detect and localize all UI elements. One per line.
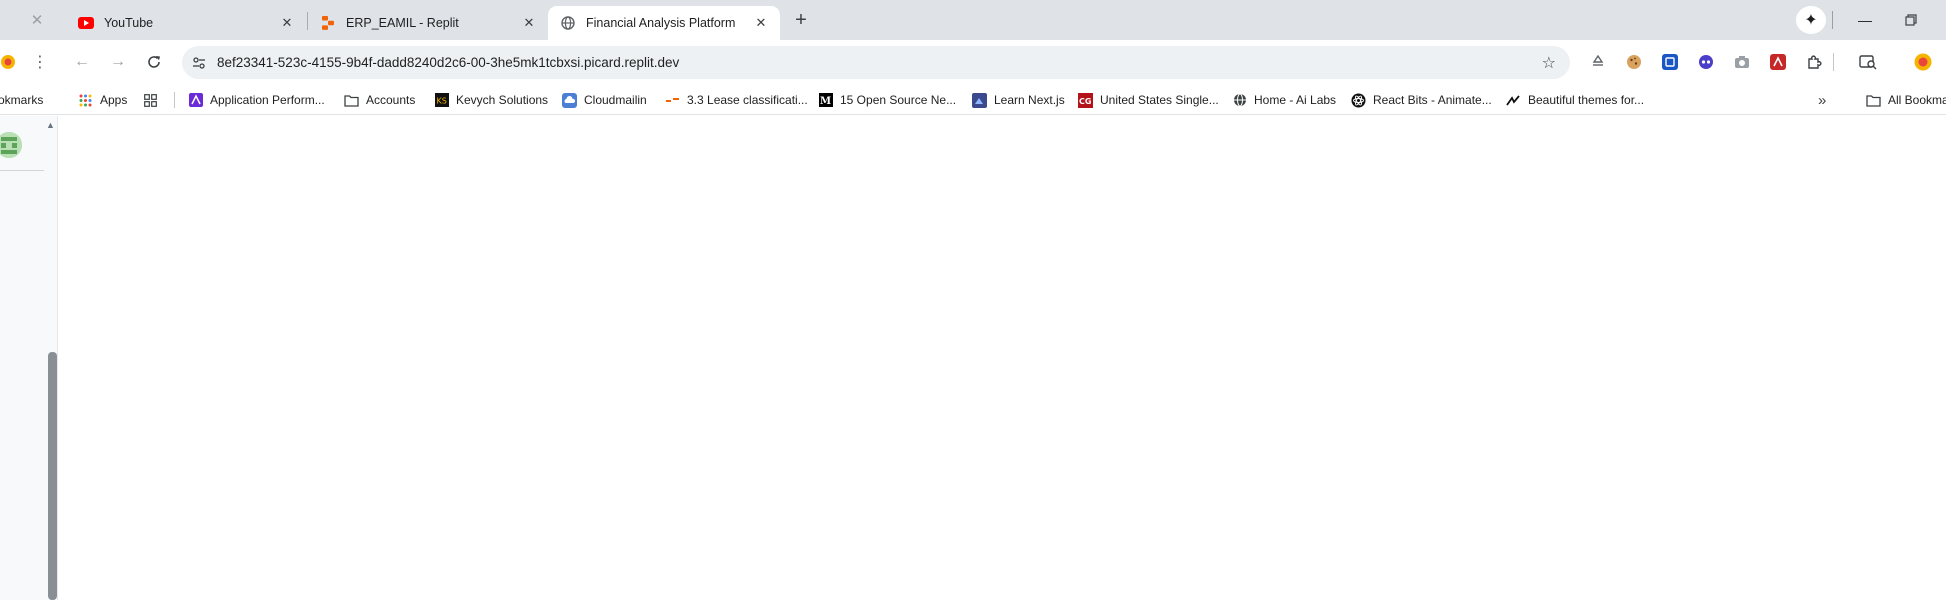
youtube-icon	[78, 15, 94, 31]
bookmark-partial-left[interactable]: okmarks	[0, 90, 43, 110]
bookmark-learn-nextjs[interactable]: Learn Next.js	[972, 90, 1065, 110]
app-sidebar: ▲	[0, 116, 58, 600]
divider	[1833, 53, 1834, 71]
face-extension-icon[interactable]	[1695, 51, 1717, 73]
bookmark-lease-classification[interactable]: 3.3 Lease classificati...	[665, 90, 808, 110]
address-bar[interactable]: 8ef23341-523c-4155-9b4f-dadd8240d2c6-00-…	[182, 46, 1570, 79]
bookmark-label: React Bits - Animate...	[1373, 93, 1492, 107]
folder-icon	[344, 93, 359, 108]
tab-replit[interactable]: ERP_EAMIL - Replit ✕	[308, 6, 548, 40]
tab-strip: ✕ YouTube ✕ ERP_EAMIL - Replit ✕ Financi…	[0, 0, 1946, 40]
bookmark-label: Kevych Solutions	[456, 93, 549, 107]
bookmark-beautiful-themes[interactable]: Beautiful themes for...	[1506, 90, 1644, 110]
react-icon	[1351, 93, 1366, 108]
bookmark-all-bookmarks[interactable]: All Bookma	[1866, 90, 1946, 110]
tab-title: YouTube	[104, 16, 154, 30]
menu-icon[interactable]: ⋮	[26, 48, 54, 76]
bookmark-label: Apps	[100, 93, 128, 107]
tab-search-icon[interactable]	[1857, 51, 1879, 73]
bookmark-united-states-single[interactable]: CG United States Single...	[1078, 90, 1219, 110]
divider	[1832, 11, 1833, 29]
scroll-up-arrow-icon[interactable]: ▲	[46, 120, 55, 130]
forward-button[interactable]: →	[104, 48, 132, 76]
ks-icon: KS	[434, 93, 449, 108]
close-icon[interactable]: ✕	[28, 11, 46, 29]
bookmark-accounts[interactable]: Accounts	[344, 90, 415, 110]
tab-close-icon[interactable]: ✕	[752, 14, 770, 32]
bookmark-label: Home - Ai Labs	[1254, 93, 1337, 107]
apps-grid-icon	[78, 93, 93, 108]
bookmark-open-source[interactable]: M 15 Open Source Ne...	[818, 90, 956, 110]
site-settings-icon[interactable]	[188, 52, 210, 74]
replit-icon	[320, 15, 336, 31]
extensions-puzzle-icon[interactable]	[1803, 51, 1825, 73]
bookmark-label: Accounts	[366, 93, 416, 107]
profile-avatar[interactable]	[1912, 51, 1934, 73]
cg-icon: CG	[1078, 92, 1093, 108]
tab-title: Financial Analysis Platform	[586, 16, 736, 30]
svg-text:M: M	[820, 96, 831, 107]
bookmark-label: Application Perform...	[210, 93, 325, 107]
new-tab-button[interactable]: +	[790, 9, 812, 31]
restore-button[interactable]	[1896, 6, 1926, 34]
reload-button[interactable]	[140, 48, 168, 76]
extension-icon[interactable]	[0, 48, 22, 76]
tab-financial-analysis[interactable]: Financial Analysis Platform ✕	[548, 6, 780, 40]
gemini-icon[interactable]: ✦	[1796, 6, 1826, 34]
tab-title: ERP_EAMIL - Replit	[346, 16, 459, 30]
bookmark-kevych-solutions[interactable]: KS Kevych Solutions	[434, 90, 548, 110]
tab-groups-icon	[143, 93, 158, 108]
url-text[interactable]: 8ef23341-523c-4155-9b4f-dadd8240d2c6-00-…	[217, 55, 679, 70]
red-extension-icon[interactable]	[1767, 51, 1789, 73]
bookmark-label: United States Single...	[1100, 93, 1219, 107]
bookmark-home-ai-labs[interactable]: Home - Ai Labs	[1232, 90, 1336, 110]
scrollbar-thumb[interactable]	[48, 352, 57, 600]
dash-icon	[665, 93, 680, 108]
bookmark-tab-groups[interactable]	[143, 90, 165, 110]
browser-toolbar: ⋮ ← → 8ef23341-523c-4155-9b4f-dadd8240d2…	[0, 40, 1946, 85]
bookmark-react-bits[interactable]: React Bits - Animate...	[1351, 90, 1492, 110]
globe-icon	[1232, 93, 1247, 108]
bookmark-label: All Bookma	[1888, 93, 1946, 107]
bookmarks-bar: okmarks Apps Application Perform... Acco…	[0, 85, 1946, 115]
page-content: ▲	[0, 116, 1946, 600]
bookmark-application-performance[interactable]: Application Perform...	[188, 90, 325, 110]
bookmark-label: Learn Next.js	[994, 93, 1065, 107]
svg-text:KS: KS	[436, 97, 446, 106]
bookmark-star-icon[interactable]: ☆	[1542, 53, 1556, 73]
globe-icon	[560, 15, 576, 31]
svg-text:CG: CG	[1079, 97, 1091, 106]
medium-icon: M	[818, 93, 833, 108]
divider	[0, 170, 44, 171]
bookmark-apps[interactable]: Apps	[78, 90, 127, 110]
bookmark-favicon	[188, 93, 203, 108]
cloud-icon	[562, 92, 577, 108]
folder-icon	[1866, 93, 1881, 108]
bookmark-label: Cloudmailin	[584, 93, 647, 107]
bookmark-label: Beautiful themes for...	[1528, 93, 1645, 107]
bookmarks-separator	[174, 92, 175, 108]
bookmarks-overflow-button[interactable]: »	[1818, 90, 1826, 110]
blue-square-extension-icon[interactable]	[1659, 51, 1681, 73]
bookmark-label: 3.3 Lease classificati...	[687, 93, 808, 107]
camera-extension-icon[interactable]	[1731, 51, 1753, 73]
minimize-button[interactable]: —	[1850, 6, 1880, 34]
bookmark-cloudmailin[interactable]: Cloudmailin	[562, 90, 647, 110]
back-button[interactable]: ←	[68, 48, 96, 76]
bookmark-label: 15 Open Source Ne...	[840, 93, 957, 107]
avatar[interactable]	[0, 132, 22, 158]
recycle-extension-icon[interactable]	[1587, 51, 1609, 73]
tab-youtube[interactable]: YouTube ✕	[66, 6, 306, 40]
tab-close-icon[interactable]: ✕	[520, 14, 538, 32]
cookie-extension-icon[interactable]	[1623, 51, 1645, 73]
tab-close-icon[interactable]: ✕	[278, 14, 296, 32]
nextjs-icon	[972, 92, 987, 108]
themes-icon	[1506, 93, 1521, 108]
